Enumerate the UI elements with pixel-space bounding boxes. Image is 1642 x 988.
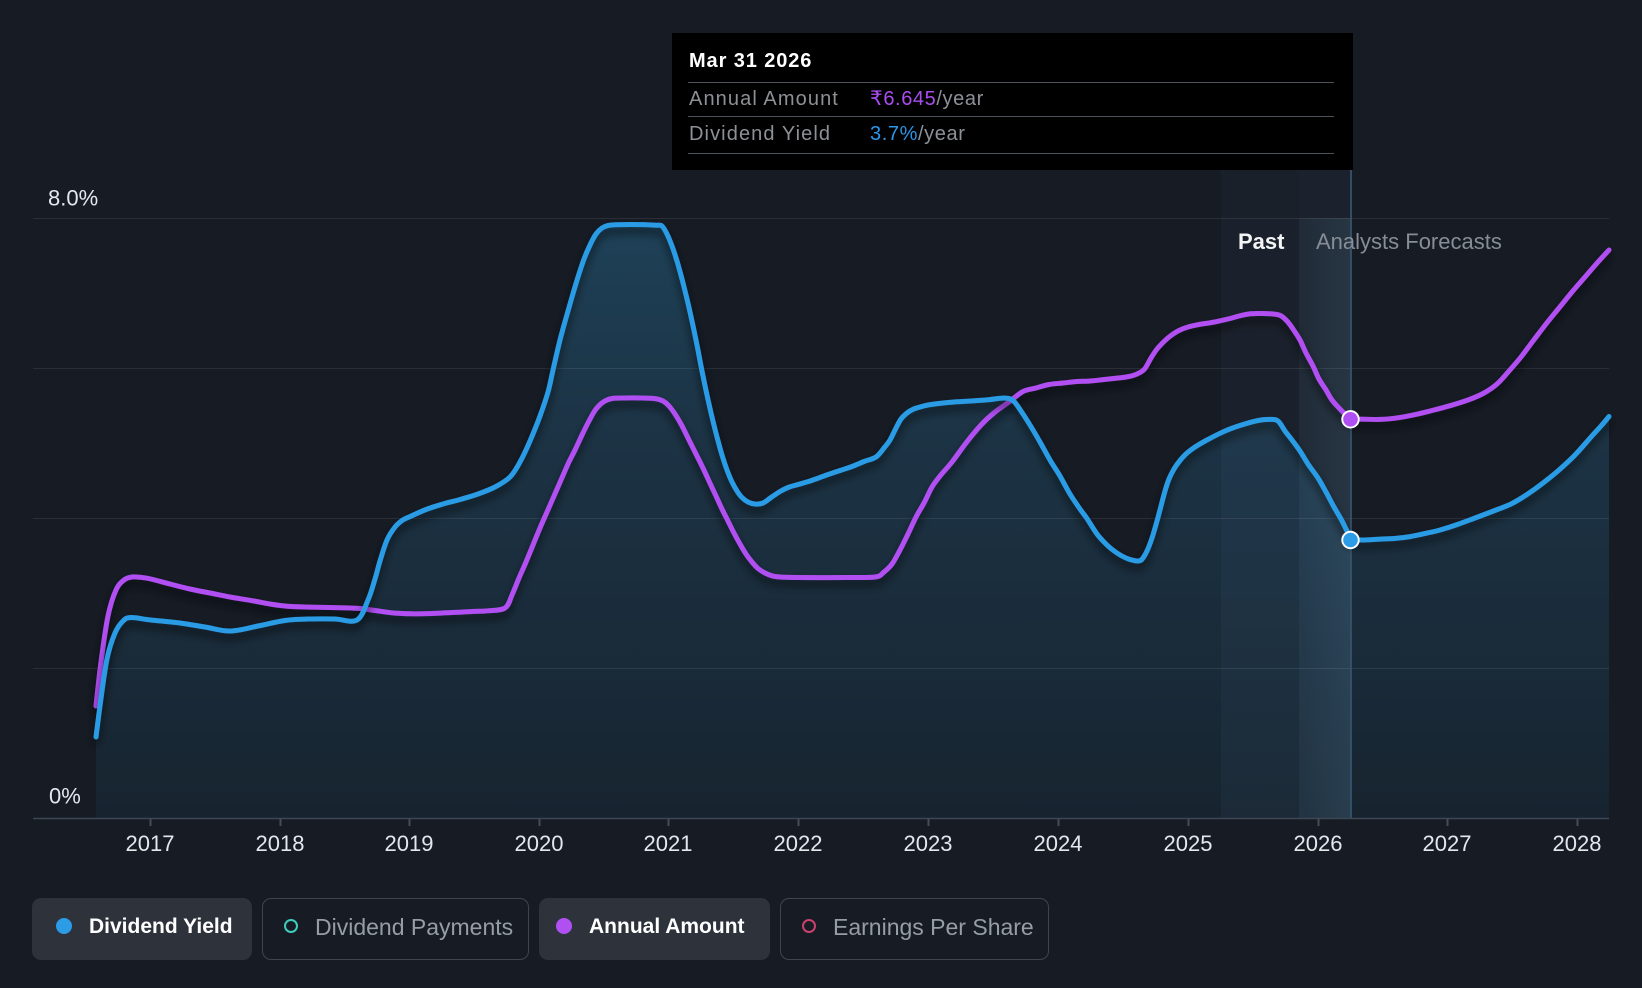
svg-text:2017: 2017: [126, 831, 175, 856]
svg-text:0%: 0%: [49, 784, 81, 809]
svg-text:Analysts Forecasts: Analysts Forecasts: [1316, 229, 1502, 254]
svg-text:2028: 2028: [1553, 831, 1602, 856]
svg-text:2025: 2025: [1164, 831, 1213, 856]
svg-text:2022: 2022: [774, 831, 823, 856]
svg-text:2023: 2023: [904, 831, 953, 856]
svg-text:Past: Past: [1238, 229, 1285, 254]
svg-text:2026: 2026: [1294, 831, 1343, 856]
svg-text:2020: 2020: [515, 831, 564, 856]
svg-text:2021: 2021: [644, 831, 693, 856]
svg-text:2019: 2019: [385, 831, 434, 856]
svg-text:8.0%: 8.0%: [48, 186, 98, 211]
svg-text:2018: 2018: [256, 831, 305, 856]
svg-text:2024: 2024: [1034, 831, 1083, 856]
svg-text:2027: 2027: [1423, 831, 1472, 856]
